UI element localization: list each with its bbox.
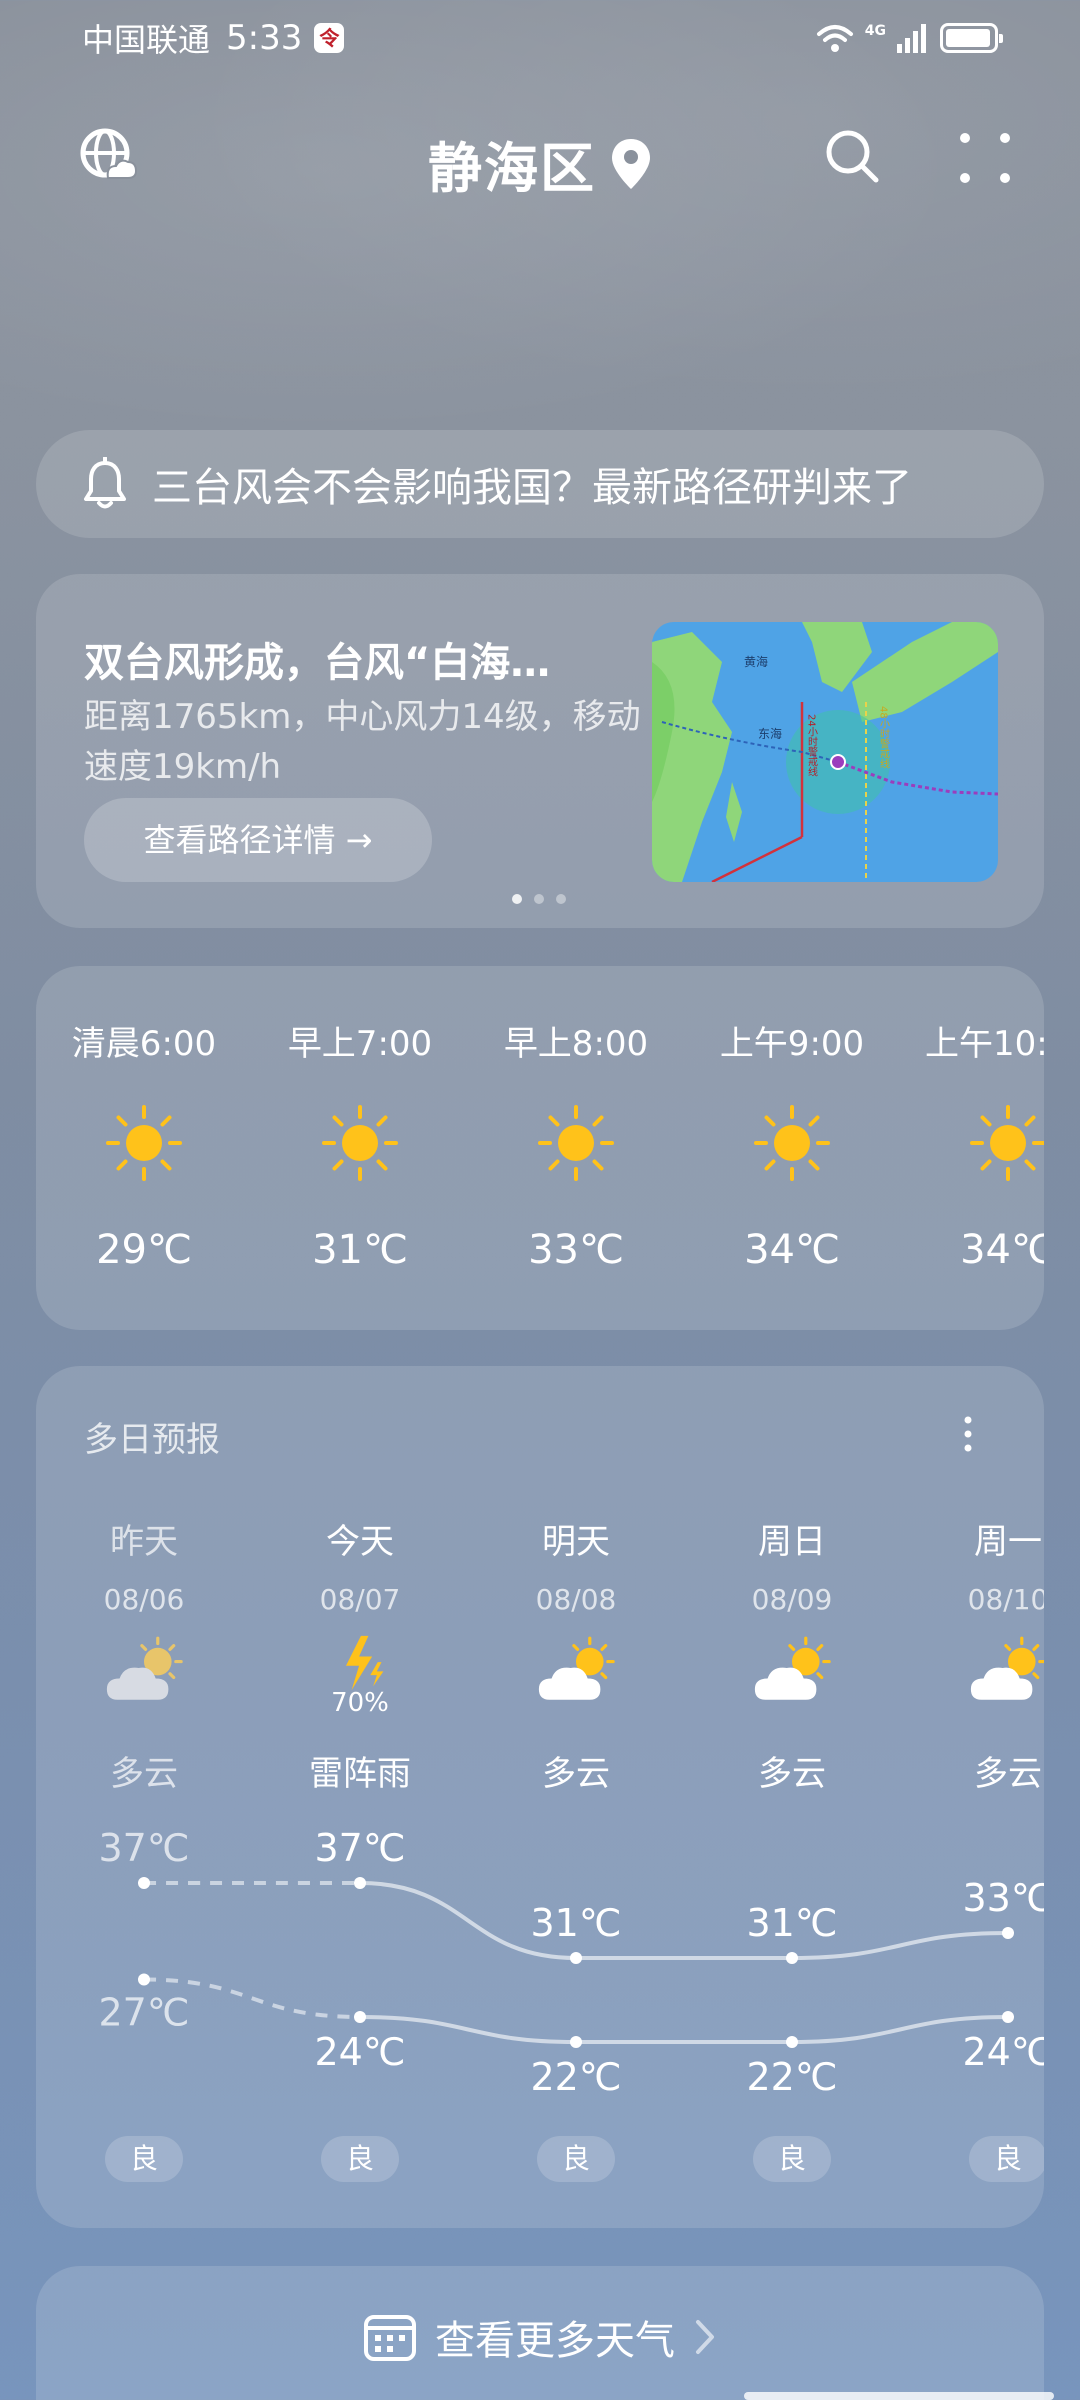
chevron-right-icon xyxy=(696,2320,714,2354)
low-temp-label: 24℃ xyxy=(962,2030,1044,2074)
temp-point xyxy=(786,1952,798,1964)
temp-point xyxy=(570,1952,582,1964)
hour-item: 清晨6:00 29℃ xyxy=(44,1016,244,1273)
hour-item: 上午10:00 34℃ xyxy=(908,1016,1044,1273)
aqi-badge[interactable]: 良 xyxy=(969,2136,1044,2182)
low-temp-label: 22℃ xyxy=(746,2055,837,2099)
hour-item: 上午9:00 34℃ xyxy=(692,1016,892,1273)
low-temp-label: 24℃ xyxy=(314,2030,405,2074)
carrier-name: 中国联通 xyxy=(82,21,211,59)
low-temp-label: 22℃ xyxy=(530,2055,621,2099)
calendar-icon xyxy=(364,2315,416,2361)
hour-label: 清晨6:00 xyxy=(71,1024,217,1064)
aqi-badge[interactable]: 良 xyxy=(105,2136,183,2182)
hourly-forecast-card[interactable]: 清晨6:00 29℃ 早上7:00 31℃ 早上8:00 33℃ 上午9:00 … xyxy=(36,966,1044,1330)
high-temp-line xyxy=(359,1881,1009,1960)
temp-point xyxy=(138,1877,150,1889)
map-label-48h-warning-line: 48小时警戒线 xyxy=(878,706,890,769)
low-temp-line xyxy=(359,2015,1009,2044)
app-notification-icon: 令 xyxy=(314,23,345,53)
map-label-east-china-sea: 东海 xyxy=(758,726,782,741)
sun-icon xyxy=(106,1105,182,1181)
hour-temp: 29℃ xyxy=(96,1227,192,1273)
location-pin-icon xyxy=(612,138,650,189)
alert-text: 三台风会不会影响我国？最新路径研判来了 xyxy=(152,465,912,511)
typhoon-track-map[interactable]: 黄海 东海 24小时警戒线 48小时警戒线 xyxy=(652,622,998,882)
pager-dot xyxy=(512,894,522,904)
map-label-yellow-sea: 黄海 xyxy=(744,654,768,669)
news-title: 双台风形成，台风“白海… xyxy=(84,640,551,686)
hour-item: 早上7:00 31℃ xyxy=(260,1016,460,1273)
hour-temp: 31℃ xyxy=(312,1227,408,1273)
bell-icon xyxy=(84,457,126,509)
high-temp-label: 37℃ xyxy=(98,1826,189,1870)
sun-icon xyxy=(970,1105,1044,1181)
high-temp-label: 37℃ xyxy=(314,1826,405,1870)
battery-icon xyxy=(940,23,1003,53)
typhoon-news-card[interactable]: 双台风形成，台风“白海… 距离1765km，中心风力14级，移动速度19km/h… xyxy=(36,574,1044,928)
temp-point xyxy=(786,2036,798,2048)
temp-point xyxy=(354,2011,366,2023)
news-subtitle: 距离1765km，中心风力14级，移动速度19km/h xyxy=(84,697,641,787)
network-type: 4G xyxy=(864,23,886,39)
sky-background xyxy=(0,0,1080,480)
high-temp-label: 31℃ xyxy=(530,1901,621,1945)
more-weather-button[interactable]: 查看更多天气 xyxy=(36,2266,1044,2400)
hour-label: 早上7:00 xyxy=(287,1024,433,1064)
view-track-button[interactable]: 查看路径详情 → xyxy=(84,798,432,882)
hour-temp: 33℃ xyxy=(528,1227,624,1273)
city-name: 静海区 xyxy=(428,137,596,200)
sun-icon xyxy=(322,1105,398,1181)
status-time: 5:33 xyxy=(226,18,303,58)
high-temp-label: 33℃ xyxy=(962,1876,1044,1920)
temp-point xyxy=(1002,1927,1014,1939)
temp-point xyxy=(1002,2011,1014,2023)
pager-dot xyxy=(556,894,566,904)
search-icon[interactable] xyxy=(822,126,882,186)
hour-temp: 34℃ xyxy=(960,1227,1044,1273)
hour-label: 上午10:00 xyxy=(925,1024,1044,1064)
news-pager xyxy=(512,894,566,904)
daily-forecast-card[interactable]: 多日预报 昨天 08/06 多云 今天 08/07 70% 雷阵雨 明天 08/… xyxy=(36,1366,1044,2228)
more-weather-label: 查看更多天气 xyxy=(435,2318,675,2364)
hour-temp: 34℃ xyxy=(744,1227,840,1273)
aqi-badge[interactable]: 良 xyxy=(753,2136,831,2182)
hour-label: 早上8:00 xyxy=(503,1024,649,1064)
city-selector[interactable]: 静海区 xyxy=(0,124,1080,203)
temperature-trend-chart: 37℃ 27℃ 37℃ 24℃ 31℃ 22℃ 31℃ 22℃ 33℃ 24℃ xyxy=(98,1826,1044,2099)
status-bar: 中国联通 5:33 令 4G xyxy=(82,14,1003,62)
wifi-icon xyxy=(816,25,853,52)
temp-point xyxy=(354,1877,366,1889)
header: 静海区 xyxy=(0,118,1080,200)
aqi-badge[interactable]: 良 xyxy=(321,2136,399,2182)
temp-point xyxy=(138,1973,150,1986)
high-temp-label: 31℃ xyxy=(746,1901,837,1945)
hour-item: 早上8:00 33℃ xyxy=(476,1016,676,1273)
map-label-24h-warning-line: 24小时警戒线 xyxy=(806,714,818,777)
sun-icon xyxy=(754,1105,830,1181)
more-dots-icon[interactable] xyxy=(955,128,1015,188)
battery-level xyxy=(946,29,990,47)
aqi-badge[interactable]: 良 xyxy=(537,2136,615,2182)
low-temp-label: 27℃ xyxy=(98,1991,189,2035)
typhoon-alert-banner[interactable]: 三台风会不会影响我国？最新路径研判来了 xyxy=(36,430,1044,538)
pager-dot xyxy=(534,894,544,904)
signal-icon xyxy=(897,24,926,53)
temp-point xyxy=(570,2036,582,2048)
home-indicator xyxy=(744,2392,1054,2400)
hour-label: 上午9:00 xyxy=(719,1024,865,1064)
sun-icon xyxy=(538,1105,614,1181)
